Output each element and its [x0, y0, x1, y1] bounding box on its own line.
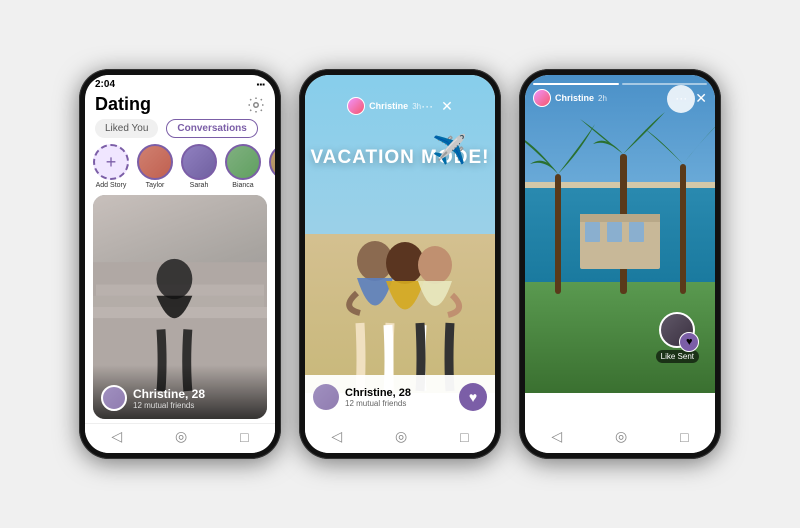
phone-3: Christine 2h ··· ✕ ♥ Li	[519, 69, 721, 459]
phones-container: 2:04 ▪▪▪ Dating Liked You Conversa	[69, 59, 731, 469]
card-name-2: Christine, 28	[345, 387, 453, 399]
recent-btn-2[interactable]: □	[460, 429, 468, 445]
story-taylor-label: Taylor	[146, 182, 165, 189]
like-sent-label: Like Sent	[656, 350, 699, 363]
tabs-row: Liked You Conversations	[85, 119, 275, 144]
tab-conversations[interactable]: Conversations	[166, 119, 257, 138]
heart-button-2[interactable]: ♥	[459, 383, 487, 411]
card-mutual-2: 12 mutual friends	[345, 399, 453, 408]
home-btn-1[interactable]: ◎	[175, 428, 187, 445]
back-btn-3[interactable]: ◁	[551, 428, 562, 445]
stories-row: + Add Story Taylor Sarah Bianca	[85, 144, 275, 195]
like-sent-overlay: ♥ Like Sent	[656, 312, 699, 363]
story-top-bar-2: Christine 3h ··· ✕	[305, 87, 495, 115]
story-sarah[interactable]: Sarah	[181, 144, 217, 189]
story-time-2: 3h	[412, 102, 421, 111]
story-user-avatar-2	[347, 97, 365, 115]
p3-progress-1	[533, 83, 619, 85]
gear-icon[interactable]	[247, 96, 265, 114]
status-bar-1: 2:04 ▪▪▪	[85, 75, 275, 92]
card-name: Christine, 28	[133, 387, 259, 401]
close-icon-3[interactable]: ✕	[695, 90, 707, 107]
back-btn-1[interactable]: ◁	[111, 428, 122, 445]
story-time-3: 2h	[598, 94, 607, 103]
p3-progress-2	[622, 83, 708, 85]
story-taylor[interactable]: Taylor	[137, 144, 173, 189]
story-username-3: Christine	[555, 93, 594, 103]
home-btn-2[interactable]: ◎	[395, 428, 407, 445]
story-bianca-label: Bianca	[232, 182, 253, 189]
card-mutual: 12 mutual friends	[133, 401, 259, 410]
recent-btn-3[interactable]: □	[680, 429, 688, 445]
story-add[interactable]: + Add Story	[93, 144, 129, 189]
battery-icons-1: ▪▪▪	[256, 80, 265, 89]
tab-liked-you[interactable]: Liked You	[95, 119, 158, 138]
card-avatar-2	[313, 384, 339, 410]
beach-people-svg	[330, 223, 470, 393]
dating-header: Dating	[85, 92, 275, 119]
story-username-2: Christine	[369, 101, 408, 111]
phone-1: 2:04 ▪▪▪ Dating Liked You Conversa	[79, 69, 281, 459]
story-bianca[interactable]: Bianca	[225, 144, 261, 189]
back-btn-2[interactable]: ◁	[331, 428, 342, 445]
app-title: Dating	[95, 94, 151, 115]
airplane-emoji: ✈️	[432, 133, 467, 166]
story-sarah-label: Sarah	[190, 182, 209, 189]
nav-bar-3: ◁ ◎ □	[525, 424, 715, 453]
time-1: 2:04	[95, 79, 115, 90]
close-icon-2[interactable]: ✕	[441, 98, 453, 115]
card-avatar	[101, 385, 127, 411]
nav-bar-2: ◁ ◎ □	[305, 424, 495, 453]
heart-icon-2: ♥	[469, 389, 477, 405]
card-bottom-2: Christine, 28 12 mutual friends ♥	[305, 375, 495, 419]
card-info-overlay: Christine, 28 12 mutual friends	[93, 365, 267, 419]
story-top-bar-3: Christine 2h ··· ✕	[525, 83, 715, 107]
story-user-avatar-3	[533, 89, 551, 107]
nav-bar-1: ◁ ◎ □	[85, 423, 275, 453]
home-btn-3[interactable]: ◎	[615, 428, 627, 445]
story-sp[interactable]: Sp...	[269, 144, 275, 189]
dots-icon-3[interactable]: ···	[675, 91, 687, 105]
story-add-label: Add Story	[96, 182, 127, 189]
phone-2: Christine 3h ··· ✕ VACATION MODE! ✈️	[299, 69, 501, 459]
like-sent-heart-badge: ♥	[679, 332, 699, 352]
recent-btn-1[interactable]: □	[240, 429, 248, 445]
beach-bg	[305, 75, 495, 393]
dots-icon-2[interactable]: ···	[421, 99, 433, 113]
profile-card-1[interactable]: Christine, 28 12 mutual friends	[93, 195, 267, 419]
